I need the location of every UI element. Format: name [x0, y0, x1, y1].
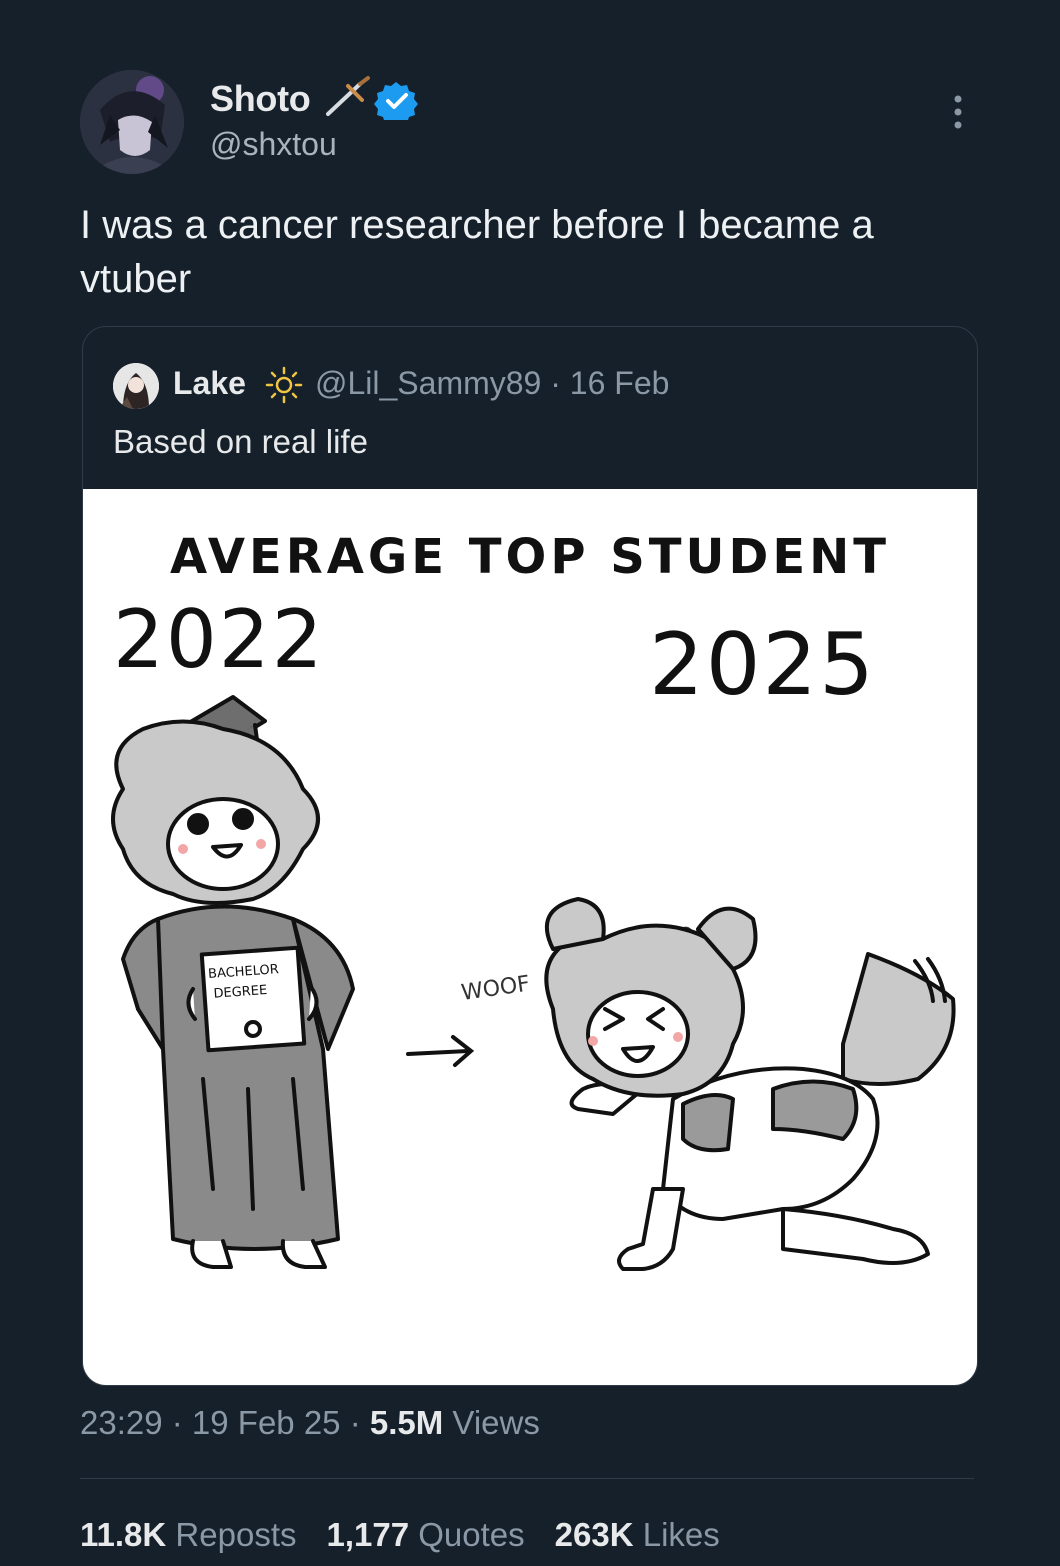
tweet-timestamp[interactable]: 23:29 · 19 Feb 25 · 5.5M Views: [80, 1404, 540, 1442]
quoted-tweet[interactable]: Lake @Lil_Sammy89 · 16 Feb Based on real: [82, 326, 978, 1386]
graduate-character: [111, 695, 355, 1269]
reposts-label: Reposts: [175, 1516, 297, 1553]
quote-author-avatar[interactable]: [113, 363, 159, 409]
quote-author-handle[interactable]: @Lil_Sammy89: [315, 365, 541, 401]
quotes-label: Quotes: [418, 1516, 525, 1553]
name-badges: [322, 74, 422, 126]
sun-emoji-icon: [263, 365, 305, 410]
quotes-stat[interactable]: 1,177 Quotes: [326, 1516, 524, 1553]
dog-girl-character: [544, 897, 956, 1271]
reposts-count: 11.8K: [80, 1516, 167, 1553]
likes-stat[interactable]: 263K Likes: [555, 1516, 720, 1553]
stamp-sep-2: ·: [340, 1404, 370, 1441]
author-name[interactable]: Shoto: [210, 78, 311, 120]
likes-label: Likes: [642, 1516, 720, 1553]
quote-media-image[interactable]: AVERAGE TOP STUDENT 2022 2025 BACHELOR D…: [83, 489, 977, 1385]
quote-date[interactable]: 16 Feb: [570, 365, 670, 401]
verified-badge-icon: [374, 82, 418, 126]
quotes-count: 1,177: [326, 1516, 410, 1553]
views-count: 5.5M: [369, 1404, 444, 1441]
engagement-stats: 11.8K Reposts 1,177 Quotes 263K Likes: [80, 1516, 720, 1554]
tweet-date: 19 Feb 25: [191, 1404, 341, 1441]
reposts-stat[interactable]: 11.8K Reposts: [80, 1516, 296, 1553]
quote-author-name[interactable]: Lake: [173, 365, 246, 402]
tweet-time: 23:29: [80, 1404, 163, 1441]
transition-arrow: [406, 1035, 475, 1067]
stamp-sep-1: ·: [162, 1404, 192, 1441]
divider: [80, 1478, 974, 1479]
more-options-icon[interactable]: [945, 92, 971, 132]
quote-text: Based on real life: [113, 423, 368, 460]
author-avatar-image: [80, 70, 184, 174]
quote-separator: ·: [541, 365, 570, 401]
woof-text-1: WOOF: [460, 972, 532, 1006]
tweet: Shoto @shxtou I was a cancer researcher …: [0, 0, 1060, 1566]
comic-drawing: BACHELOR DEGREE WOOF WOOF: [111, 695, 956, 1271]
quote-meta: @Lil_Sammy89 · 16 Feb: [315, 365, 669, 402]
author-avatar[interactable]: [80, 70, 184, 174]
author-handle[interactable]: @shxtou: [210, 126, 337, 163]
sword-emoji-icon: [326, 76, 370, 116]
likes-count: 263K: [554, 1516, 634, 1553]
views-label: Views: [452, 1404, 540, 1441]
tweet-text: I was a cancer researcher before I becam…: [80, 203, 874, 301]
